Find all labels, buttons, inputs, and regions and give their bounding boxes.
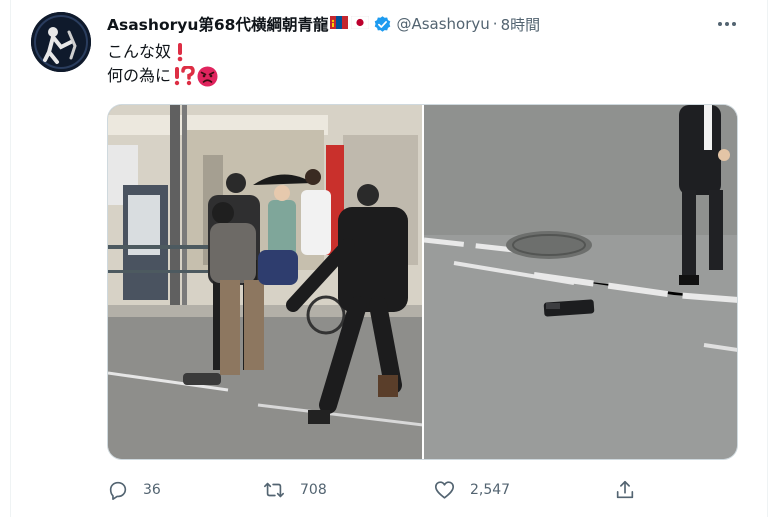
- street-scene-image: [108, 105, 422, 459]
- avatar[interactable]: [31, 12, 91, 72]
- red-exclamation-icon: [175, 42, 185, 62]
- tweet-media[interactable]: [107, 104, 738, 460]
- tweet-text-part: こんな奴: [107, 42, 172, 61]
- tweet-text-line-1: こんな奴: [107, 40, 218, 64]
- share-button[interactable]: [614, 478, 636, 502]
- heart-icon: [433, 479, 456, 501]
- retweet-icon: [262, 479, 286, 501]
- verified-badge-icon: [373, 15, 392, 34]
- reply-button[interactable]: 36: [107, 478, 161, 502]
- more-options-icon[interactable]: [715, 14, 739, 34]
- user-handle[interactable]: @Asashoryu: [396, 15, 489, 33]
- retweet-count: 708: [300, 482, 327, 498]
- tweet-action-bar: 36 708 2,547: [107, 478, 647, 502]
- reply-count: 36: [143, 482, 161, 498]
- separator-dot: ·: [492, 15, 498, 33]
- reply-icon: [107, 479, 129, 501]
- exclamation-question-icon: [173, 66, 195, 86]
- like-count: 2,547: [470, 482, 511, 498]
- share-icon: [614, 479, 636, 501]
- display-name[interactable]: Asashoryu第68代横綱朝青龍: [107, 13, 328, 35]
- like-button[interactable]: 2,547: [433, 478, 510, 502]
- retweet-button[interactable]: 708: [262, 478, 327, 502]
- japan-flag-icon: [351, 15, 370, 33]
- tweet-text-part: 何の為に: [107, 66, 172, 85]
- street-scene-photo[interactable]: [108, 105, 422, 459]
- road-object-photo[interactable]: [424, 105, 737, 459]
- mongolia-flag-icon: [330, 15, 349, 33]
- tweet-text-line-2: 何の為に: [107, 64, 218, 88]
- avatar-image: [31, 12, 91, 72]
- road-object-image: [424, 105, 737, 459]
- angry-face-icon: [197, 66, 218, 87]
- tweet-header: Asashoryu第68代横綱朝青龍 @Asashoryu · 8時間: [107, 12, 540, 36]
- tweet-timestamp[interactable]: 8時間: [501, 14, 541, 35]
- tweet-text: こんな奴 何の為に: [107, 40, 218, 88]
